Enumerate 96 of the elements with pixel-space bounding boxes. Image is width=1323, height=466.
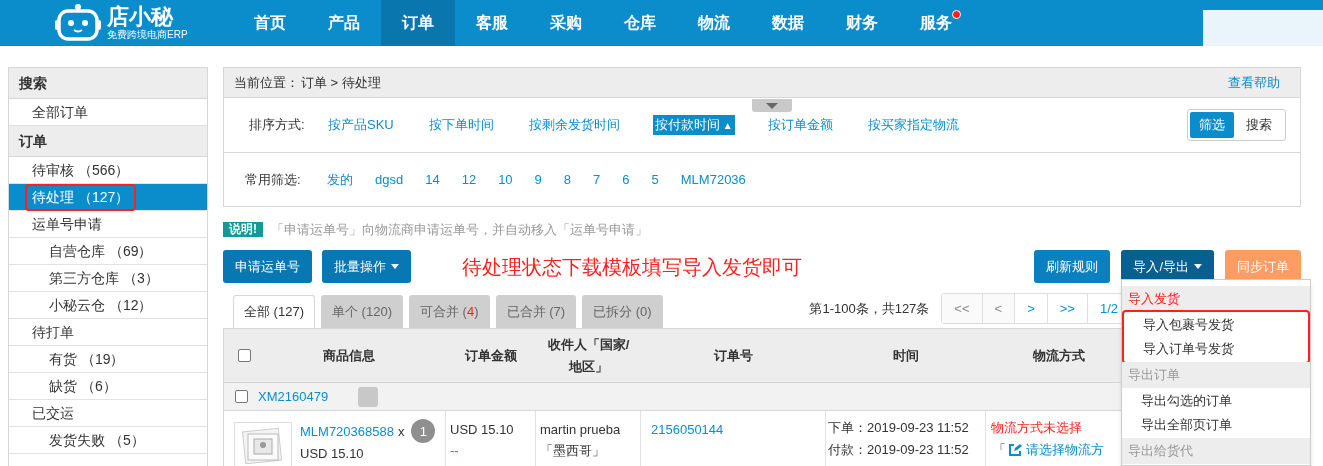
sidebar-item[interactable]: 待处理 （127） (9, 184, 207, 211)
sort-option[interactable]: 按下单时间 (426, 115, 496, 135)
nav-tab[interactable]: 财务 (825, 0, 899, 46)
action-button[interactable]: 申请运单号 (223, 250, 312, 283)
item-price: USD 15.10 (300, 445, 365, 463)
menu-item[interactable]: 导出勾选的订单 (1122, 389, 1310, 413)
sidebar-item[interactable]: 第三方仓库 （3） (9, 265, 207, 292)
filter-option[interactable]: 5 (651, 169, 659, 190)
sidebar-item[interactable]: 有货 （19） (9, 346, 207, 373)
action-button[interactable]: 批量操作 (322, 250, 411, 283)
info-text: 「申请运单号」向物流商申请运单号，并自动移入「运单号申请」 (271, 220, 648, 239)
filter-option[interactable]: 10 (498, 169, 513, 190)
status-tab[interactable]: 单个 (120) (321, 295, 403, 328)
menu-group-title: 导出订单 (1122, 362, 1310, 388)
sidebar-section-title: 订单 (9, 126, 207, 157)
nav-tab[interactable]: 采购 (529, 0, 603, 46)
mode-tab[interactable]: 筛选 (1190, 112, 1234, 138)
sort-option[interactable]: 按订单金额 (765, 115, 835, 135)
choose-shipping-link[interactable]: 请选择物流方 (1026, 439, 1104, 461)
column-header: 物流方式 (1032, 346, 1086, 365)
filter-option[interactable]: dgsd (375, 169, 404, 190)
recipient-name: martin prueba (540, 421, 621, 439)
order-time: 下单：2019-09-23 11:52 (828, 419, 969, 437)
order-group-link[interactable]: XM2160479 (258, 386, 329, 407)
status-tab[interactable]: 已拆分 (0) (582, 295, 663, 328)
sort-option[interactable]: 按产品SKU (326, 115, 396, 135)
info-badge: 说明! (223, 222, 263, 237)
nav-tab[interactable]: 物流 (677, 0, 751, 46)
order-number-link[interactable]: 2156050144 (651, 419, 724, 440)
menu-group-title: 导出给货代 (1122, 438, 1310, 464)
breadcrumb-path: 订单 > 待处理 (301, 73, 381, 92)
menu-item[interactable]: 导出全部页订单 (1122, 413, 1310, 437)
logo-text: 店小秘 (107, 6, 175, 28)
payment-time: 付款：2019-09-23 11:52 (828, 441, 969, 459)
help-link[interactable]: 查看帮助 (1228, 72, 1280, 93)
pager-summary: 第1-100条，共127条 (809, 299, 930, 318)
empty-tag-icon (358, 386, 379, 407)
quantity-multiplier: x (397, 422, 405, 441)
mode-tab[interactable]: 搜索 (1237, 112, 1281, 138)
nav-tab[interactable]: 服务 (899, 0, 973, 46)
filter-option[interactable]: 7 (593, 169, 601, 190)
logo-tagline: 免费跨境电商ERP (107, 30, 188, 40)
nav-tab[interactable]: 客服 (455, 0, 529, 46)
nav-tab[interactable]: 产品 (307, 0, 381, 46)
order-amount: USD 15.10 (450, 421, 514, 439)
nav-tab[interactable]: 首页 (233, 0, 307, 46)
sort-option[interactable]: 按付款时间 ▲ (652, 115, 735, 135)
filter-option[interactable]: 12 (461, 169, 477, 190)
filter-option[interactable]: MLM72036 (680, 169, 746, 190)
filter-option[interactable]: 6 (622, 169, 630, 190)
status-tab[interactable]: 可合并 (4) (409, 295, 490, 328)
sort-option[interactable]: 按买家指定物流 (865, 115, 961, 135)
sku-link[interactable]: MLM720368588 (300, 420, 394, 442)
nav-tab[interactable]: 数据 (751, 0, 825, 46)
filter-option[interactable]: 8 (563, 169, 572, 190)
amount-note: -- (450, 442, 459, 460)
select-all-checkbox[interactable] (238, 349, 251, 362)
column-header: 商品信息 (321, 346, 376, 365)
sidebar-section-title: 搜索 (9, 68, 207, 99)
filter-option[interactable]: 发的 (327, 169, 353, 190)
column-header: 时间 (892, 346, 920, 365)
caret-down-icon (1194, 264, 1202, 269)
sidebar-item[interactable]: 自营仓库 （69） (9, 238, 207, 265)
column-header: 收件人「国家/地区」 (546, 335, 631, 376)
action-button[interactable]: 刷新规则 (1034, 250, 1111, 283)
quantity-badge: 1 (411, 419, 436, 443)
bracket-text: 「 (993, 441, 1006, 459)
recipient-country: 「墨西哥」 (540, 442, 605, 460)
caret-down-icon (391, 264, 399, 269)
sidebar-item[interactable]: 运单号申请 (9, 211, 207, 238)
filter-option[interactable]: 14 (425, 169, 440, 190)
breadcrumb-label: 当前位置： (234, 73, 299, 92)
annotation-text: 待处理状态下载模板填写导入发货即可 (462, 254, 802, 280)
nav-tab[interactable]: 订单 (381, 0, 455, 46)
nav-tab[interactable]: 仓库 (603, 0, 677, 46)
status-tab[interactable]: 全部 (127) (233, 295, 315, 328)
menu-item[interactable]: 导入订单号发货 (1124, 337, 1308, 361)
collapse-tab[interactable] (752, 99, 792, 112)
group-checkbox[interactable] (235, 390, 248, 403)
status-tab[interactable]: 已合并 (7) (495, 295, 577, 328)
edit-icon (1008, 443, 1022, 457)
filter-label: 常用筛选: (245, 170, 302, 189)
column-header: 订单金额 (464, 346, 518, 365)
sort-option[interactable]: 按剩余发货时间 (526, 115, 622, 135)
robot-logo-icon (55, 3, 101, 43)
column-header: 订单号 (713, 346, 754, 365)
shipping-status: 物流方式未选择 (991, 419, 1082, 437)
sidebar-item[interactable]: 已交运 (9, 400, 207, 427)
menu-group-title: 导入发货 (1122, 286, 1310, 312)
sidebar-item[interactable]: 缺货 （6） (9, 373, 207, 400)
sort-label: 排序方式: (249, 116, 306, 135)
caret-down-icon (766, 102, 778, 109)
sidebar-item[interactable]: 发货失败 （5） (9, 427, 207, 454)
sidebar-item[interactable]: 小秘云仓 （12） (9, 292, 207, 319)
sidebar-item[interactable]: 待打单 (9, 319, 207, 346)
filter-option[interactable]: 9 (534, 169, 542, 190)
